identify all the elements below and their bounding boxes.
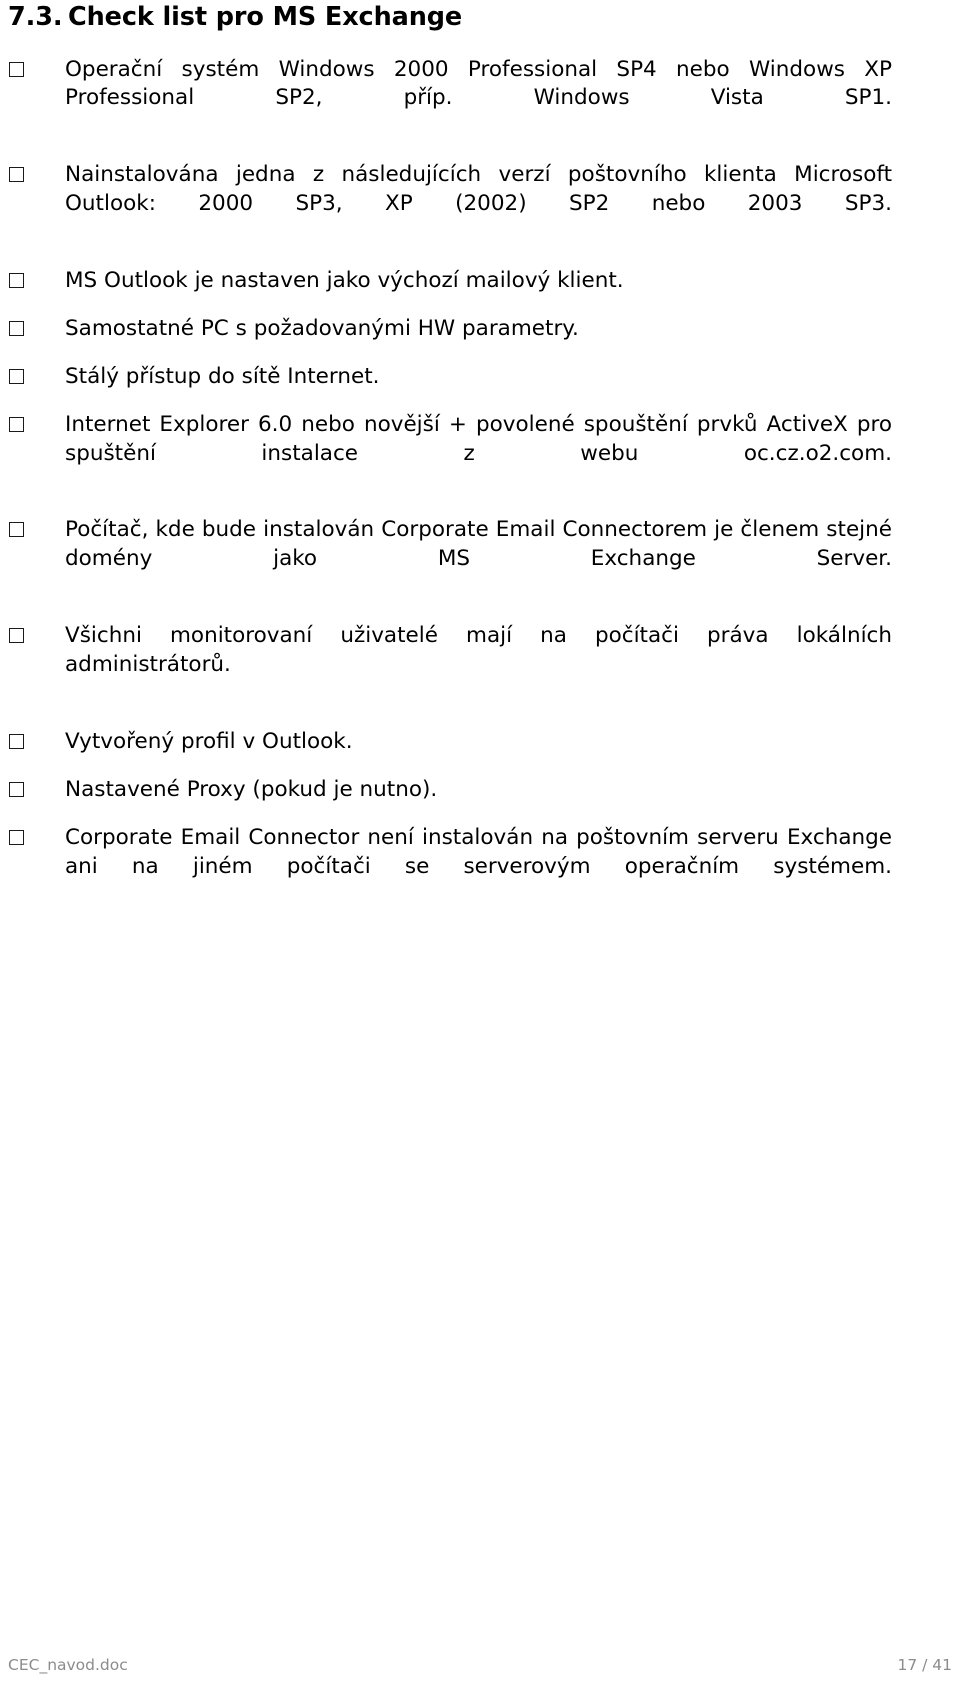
list-item: Všichni monitorovaní uživatelé mají na p…: [8, 622, 892, 709]
page-content: 7.3. Check list pro MS Exchange Operační …: [8, 0, 892, 910]
document-page: 7.3. Check list pro MS Exchange Operační …: [0, 0, 960, 1692]
list-item-text: Vytvořený profil v Outlook.: [65, 728, 353, 754]
empty-checkbox-icon[interactable]: [9, 167, 24, 183]
list-item-text: Všichni monitorovaní uživatelé mají na p…: [65, 623, 892, 678]
footer-file-name: CEC_navod.doc: [8, 1656, 128, 1674]
list-item-text: Internet Explorer 6.0 nebo novější + pov…: [65, 411, 892, 466]
footer-page-number: 17 / 41: [897, 1656, 952, 1674]
empty-checkbox-icon[interactable]: [9, 733, 24, 749]
empty-checkbox-icon[interactable]: [9, 829, 24, 845]
empty-checkbox-icon[interactable]: [9, 781, 24, 797]
list-item: Internet Explorer 6.0 nebo novější + pov…: [8, 411, 892, 498]
list-item: Samostatné PC s požadovanými HW parametr…: [8, 315, 892, 344]
list-item-text: Corporate Email Connector není instalová…: [65, 824, 892, 879]
page-footer: CEC_navod.doc 17 / 41: [8, 1656, 952, 1674]
page-title: 7.3. Check list pro MS Exchange: [8, 0, 892, 32]
list-item: Stálý přístup do sítě Internet.: [8, 363, 892, 392]
heading-text: Check list pro MS Exchange: [68, 2, 463, 32]
list-item-text: Stálý přístup do sítě Internet.: [65, 363, 380, 389]
empty-checkbox-icon[interactable]: [9, 628, 24, 644]
list-item: Operační systém Windows 2000 Professiona…: [8, 56, 892, 143]
list-item: Nastavené Proxy (pokud je nutno).: [8, 776, 892, 805]
list-item: MS Outlook je nastaven jako výchozí mail…: [8, 267, 892, 296]
empty-checkbox-icon[interactable]: [9, 416, 24, 432]
empty-checkbox-icon[interactable]: [9, 368, 24, 384]
empty-checkbox-icon[interactable]: [9, 522, 24, 538]
empty-checkbox-icon[interactable]: [9, 61, 24, 77]
list-item: Počítač, kde bude instalován Corporate E…: [8, 516, 892, 603]
empty-checkbox-icon[interactable]: [9, 320, 24, 336]
list-item-text: Nastavené Proxy (pokud je nutno).: [65, 776, 438, 802]
heading-number: 7.3.: [8, 2, 63, 32]
list-item-text: MS Outlook je nastaven jako výchozí mail…: [65, 267, 624, 293]
list-item: Nainstalována jedna z následujících verz…: [8, 161, 892, 248]
list-item-text: Počítač, kde bude instalován Corporate E…: [65, 517, 892, 572]
empty-checkbox-icon[interactable]: [9, 272, 24, 288]
list-item: Vytvořený profil v Outlook.: [8, 728, 892, 757]
list-item: Corporate Email Connector není instalová…: [8, 824, 892, 911]
checklist: Operační systém Windows 2000 Professiona…: [8, 56, 892, 911]
list-item-text: Operační systém Windows 2000 Professiona…: [65, 56, 892, 111]
list-item-text: Samostatné PC s požadovanými HW parametr…: [65, 315, 579, 341]
list-item-text: Nainstalována jedna z následujících verz…: [65, 162, 892, 217]
